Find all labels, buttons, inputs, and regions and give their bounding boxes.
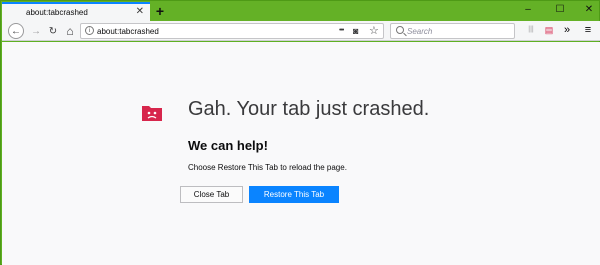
tab-strip: about:tabcrashed ✕ + – ☐ ✕: [1, 1, 599, 21]
overflow-menu-icon[interactable]: »: [561, 24, 573, 36]
maximize-button[interactable]: ☐: [553, 4, 567, 16]
nav-toolbar: ← → ↻ ⌂ i about:tabcrashed ••• ◙ ☆ ||| ▤…: [2, 21, 600, 41]
search-input[interactable]: [407, 25, 507, 37]
new-tab-button[interactable]: +: [153, 3, 167, 19]
crash-page: Gah. Your tab just crashed. We can help!…: [2, 42, 600, 265]
back-arrow-icon: ←: [11, 25, 21, 37]
back-button[interactable]: ←: [8, 23, 24, 39]
reload-icon: ↻: [48, 25, 58, 37]
bookmark-star-icon[interactable]: ☆: [369, 25, 379, 37]
info-icon[interactable]: i: [85, 26, 94, 35]
url-bar[interactable]: i about:tabcrashed ••• ◙ ☆: [80, 23, 384, 39]
close-icon[interactable]: ✕: [136, 7, 144, 17]
hamburger-menu-icon[interactable]: ≡: [582, 24, 594, 36]
tab-about-tabcrashed[interactable]: about:tabcrashed ✕: [2, 2, 150, 21]
forward-arrow-icon: →: [31, 25, 41, 37]
close-tab-button[interactable]: Close Tab: [180, 186, 243, 203]
home-icon: ⌂: [66, 24, 74, 38]
reload-button[interactable]: ↻: [45, 23, 61, 39]
url-text[interactable]: about:tabcrashed: [97, 27, 159, 36]
search-icon: [396, 26, 404, 34]
reader-view-icon[interactable]: ▤: [543, 24, 555, 36]
search-bar[interactable]: [390, 23, 515, 39]
pocket-icon[interactable]: ◙: [353, 25, 358, 37]
page-actions-icon[interactable]: •••: [339, 25, 344, 37]
tab-title: about:tabcrashed: [26, 8, 88, 17]
restore-tab-button[interactable]: Restore This Tab: [249, 186, 339, 203]
sad-tab-icon: [141, 103, 163, 122]
help-heading: We can help!: [188, 138, 268, 153]
home-button[interactable]: ⌂: [62, 23, 78, 39]
browser-window: about:tabcrashed ✕ + – ☐ ✕ ← → ↻ ⌂ i abo…: [0, 0, 600, 265]
crash-headline: Gah. Your tab just crashed.: [188, 98, 430, 120]
library-icon[interactable]: |||: [525, 24, 537, 36]
forward-button[interactable]: →: [28, 23, 44, 39]
minimize-button[interactable]: –: [521, 4, 535, 16]
crash-description: Choose Restore This Tab to reload the pa…: [188, 163, 347, 172]
window-close-button[interactable]: ✕: [582, 4, 596, 16]
